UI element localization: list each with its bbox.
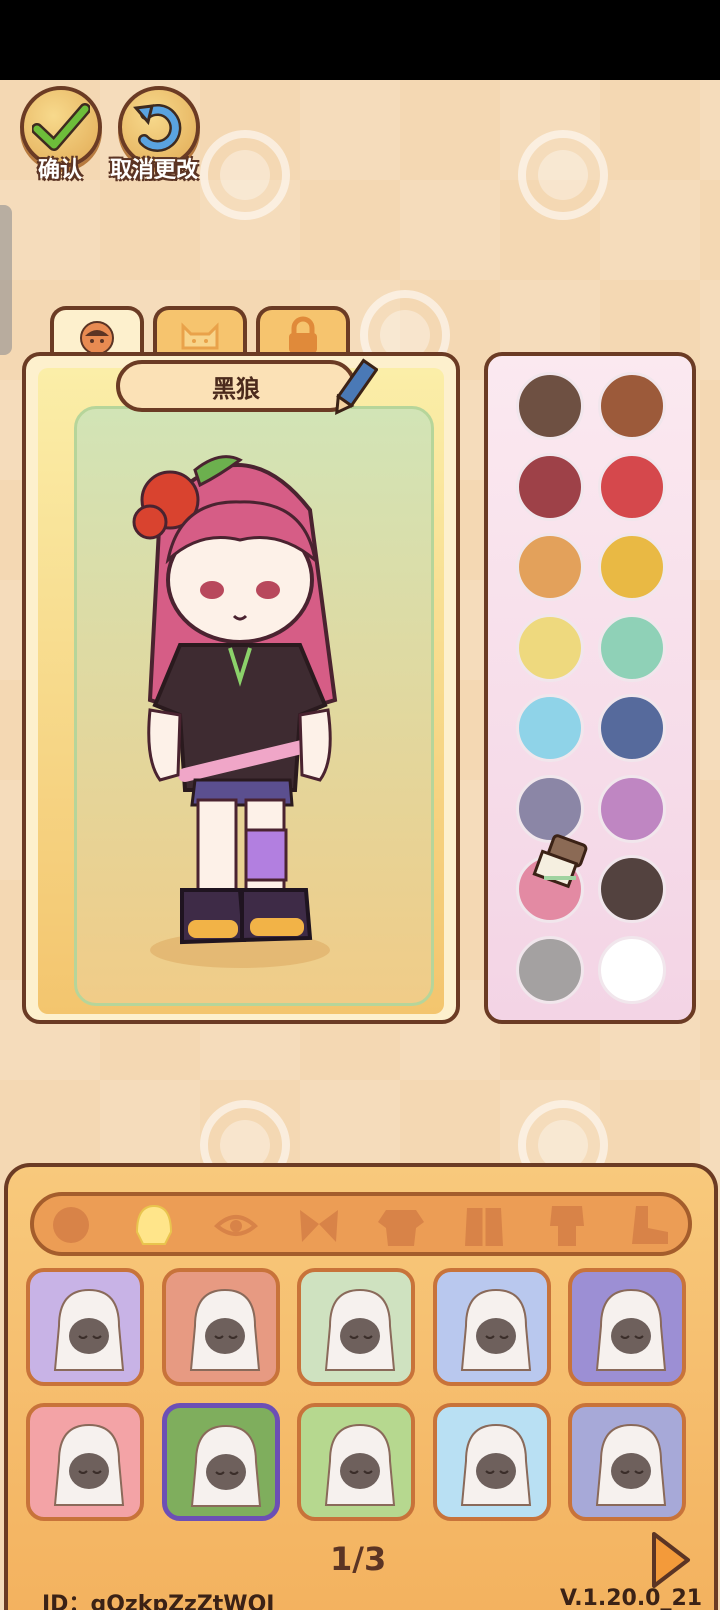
hair-preview-icon [460,1288,531,1371]
color-swatch[interactable] [598,372,666,440]
hair-preview-icon [190,1424,261,1507]
category-bow[interactable] [294,1202,344,1248]
bow-icon [299,1210,338,1242]
hair-preview-icon [460,1423,531,1506]
checkmark-icon [32,103,90,151]
color-swatch[interactable] [598,935,666,1004]
undo-arrow-icon [133,104,182,152]
category-outfit[interactable] [542,1202,592,1248]
hair-item[interactable] [297,1403,415,1521]
undo-label: 取消更改 [110,158,199,183]
color-swatch[interactable] [598,694,666,762]
hair-item[interactable] [161,1268,280,1386]
confirm-label: 确认 [38,158,83,183]
category-shirt[interactable] [376,1202,426,1248]
page-indicator: 1/3 [330,1540,387,1578]
player-id: ID：gQzkpZzZtWOJ [42,1592,275,1610]
color-palette-panel [484,352,696,1024]
character-name-field[interactable]: 黑狼 [116,360,356,412]
hair-icon [135,1204,172,1245]
pencil-icon [335,358,379,416]
shoe-icon [632,1206,669,1244]
color-swatch[interactable] [516,774,584,843]
hair-item[interactable] [26,1403,144,1521]
color-swatch[interactable] [516,935,584,1004]
hair-item[interactable] [26,1268,144,1386]
hair-item[interactable] [432,1268,551,1386]
character-name: 黑狼 [212,374,260,403]
side-drawer-handle[interactable] [0,205,12,355]
hair-preview-icon [595,1423,667,1506]
hair-preview-icon [324,1288,396,1371]
hair-preview-icon [595,1288,667,1371]
lock-icon [289,316,317,353]
hair-item[interactable] [161,1403,280,1521]
hair-item[interactable] [568,1403,686,1521]
color-swatch[interactable] [598,613,666,682]
hair-preview-icon [53,1423,125,1506]
eye-icon [214,1215,259,1236]
color-swatch[interactable] [598,452,666,521]
cat-icon [181,322,219,350]
sun-decoration-icon [200,130,290,220]
hair-item[interactable] [432,1403,551,1521]
hair-preview-icon [189,1288,260,1371]
color-swatch[interactable] [598,533,666,601]
category-hair[interactable] [129,1202,179,1248]
hair-item[interactable] [297,1268,415,1386]
coat-icon [465,1208,503,1246]
outfit-icon [549,1206,584,1246]
color-swatch[interactable] [516,613,584,682]
sun-decoration-icon [518,130,608,220]
edit-name-button[interactable] [330,356,379,430]
color-swatch[interactable] [516,533,584,601]
next-page-button[interactable] [648,1530,692,1590]
version-label: V.1.20.0_21 [560,1586,703,1610]
color-swatch[interactable] [516,452,584,521]
color-swatch[interactable] [598,774,666,843]
color-swatch[interactable] [516,372,584,440]
category-shoe[interactable] [624,1202,674,1248]
status-bar [0,0,720,80]
shirt-icon [378,1210,425,1246]
hair-preview-icon [53,1288,125,1371]
color-swatch[interactable] [516,694,584,762]
hair-preview-icon [324,1423,396,1506]
category-head[interactable] [46,1202,96,1248]
color-swatch[interactable] [598,855,666,923]
brush-icon [532,834,588,889]
category-eye[interactable] [211,1202,261,1248]
character-figure [132,455,338,968]
hair-item[interactable] [568,1268,686,1386]
category-coat[interactable] [459,1202,509,1248]
head-icon [53,1207,89,1243]
